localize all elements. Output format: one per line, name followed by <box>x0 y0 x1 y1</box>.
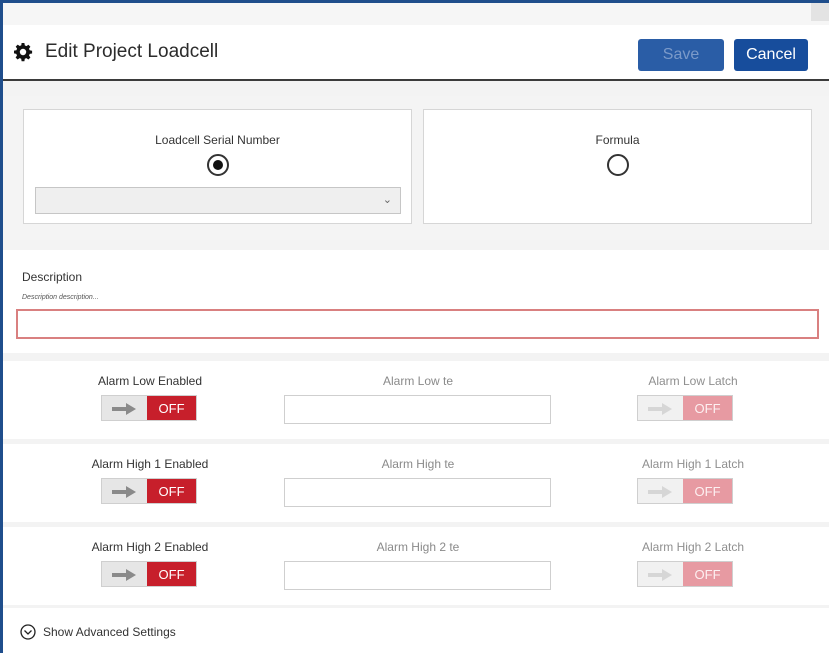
alarm-value-label: Alarm High te <box>381 457 455 471</box>
description-label: Description <box>22 270 83 284</box>
alarm-latch-label: Alarm High 2 Latch <box>641 540 745 554</box>
alarm-row-high-1: Alarm High 1 Enabled OFF Alarm High te A… <box>3 444 829 522</box>
formula-card[interactable]: Formula <box>423 109 812 224</box>
alarm-enabled-toggle[interactable]: OFF <box>101 478 197 504</box>
source-selection: Loadcell Serial Number ⌄ Formula <box>3 96 829 240</box>
toggle-state: OFF <box>683 479 732 503</box>
toggle-state: OFF <box>683 396 732 420</box>
arrow-right-icon <box>638 396 684 420</box>
description-input[interactable] <box>16 309 819 339</box>
toggle-state: OFF <box>683 562 732 586</box>
alarm-enabled-label: Alarm High 2 Enabled <box>91 540 209 554</box>
alarm-value-input[interactable] <box>284 395 551 424</box>
chevron-down-circle-icon <box>20 624 36 640</box>
arrow-right-icon <box>102 562 148 586</box>
cancel-button[interactable]: Cancel <box>734 39 808 71</box>
advanced-settings-label: Show Advanced Settings <box>43 625 176 639</box>
serial-number-label: Loadcell Serial Number <box>155 133 280 147</box>
arrow-right-icon <box>102 479 148 503</box>
alarm-enabled-toggle[interactable]: OFF <box>101 395 197 421</box>
alarm-value-input[interactable] <box>284 561 551 590</box>
description-hint: Description description... <box>22 294 99 301</box>
arrow-right-icon <box>638 479 684 503</box>
formula-radio[interactable] <box>606 154 629 176</box>
alarm-latch-toggle[interactable]: OFF <box>637 478 733 504</box>
alarm-latch-toggle[interactable]: OFF <box>637 395 733 421</box>
dialog-header: Edit Project Loadcell Save Cancel <box>3 25 829 81</box>
page-title: Edit Project Loadcell <box>45 41 219 62</box>
serial-number-radio[interactable] <box>206 154 229 176</box>
window-corner <box>811 3 829 21</box>
toggle-state: OFF <box>147 562 196 586</box>
arrow-right-icon <box>102 396 148 420</box>
alarm-enabled-label: Alarm High 1 Enabled <box>91 457 209 471</box>
alarm-row-high-2: Alarm High 2 Enabled OFF Alarm High 2 te… <box>3 527 829 605</box>
save-button[interactable]: Save <box>638 39 724 71</box>
toggle-state: OFF <box>147 479 196 503</box>
chevron-down-icon: ⌄ <box>382 194 392 206</box>
alarm-value-label: Alarm High 2 te <box>376 540 460 554</box>
alarm-value-label: Alarm Low te <box>382 374 454 388</box>
serial-number-card[interactable]: Loadcell Serial Number ⌄ <box>23 109 412 224</box>
alarm-latch-label: Alarm Low Latch <box>648 374 738 388</box>
serial-number-select[interactable]: ⌄ <box>35 187 401 214</box>
arrow-right-icon <box>638 562 684 586</box>
advanced-settings-toggle[interactable]: Show Advanced Settings <box>3 608 829 653</box>
description-section: Description Description description... <box>3 250 829 353</box>
alarm-latch-label: Alarm High 1 Latch <box>641 457 745 471</box>
alarm-row-low: Alarm Low Enabled OFF Alarm Low te Alarm… <box>3 361 829 439</box>
toggle-state: OFF <box>147 396 196 420</box>
top-strip <box>3 3 829 25</box>
alarm-value-input[interactable] <box>284 478 551 507</box>
gear-icon <box>14 43 33 62</box>
alarm-enabled-toggle[interactable]: OFF <box>101 561 197 587</box>
alarm-latch-toggle[interactable]: OFF <box>637 561 733 587</box>
formula-label: Formula <box>595 133 640 147</box>
alarm-enabled-label: Alarm Low Enabled <box>97 374 203 388</box>
